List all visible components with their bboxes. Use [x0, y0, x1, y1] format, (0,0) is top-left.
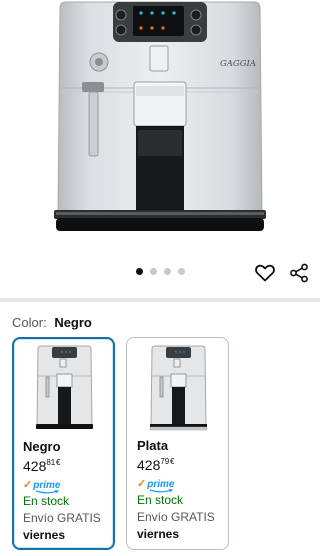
carousel-dot[interactable] [163, 268, 171, 275]
carousel-dot[interactable] [177, 268, 185, 275]
color-label: Color: [12, 315, 47, 330]
color-option-price: 42879 € [137, 457, 174, 473]
color-option-image [149, 345, 208, 431]
color-option-image [36, 345, 93, 429]
stock-status: En stock [23, 494, 70, 508]
color-option-name: Plata [137, 438, 169, 453]
stock-status: En stock [137, 493, 184, 507]
delivery-day: viernes [23, 528, 66, 542]
delivery-day: viernes [137, 527, 180, 541]
section-divider [0, 298, 320, 302]
share-icon [290, 263, 308, 283]
price-fraction: 79 € [160, 457, 175, 466]
wishlist-button[interactable] [252, 260, 278, 286]
shipping-info: Envío GRATIS [137, 510, 215, 524]
color-option-plata[interactable]: Plata 42879 € ✓ prime En stock Envío GRA… [126, 337, 229, 550]
prime-check-icon: ✓ [137, 478, 147, 490]
color-selected-value: Negro [54, 315, 92, 330]
carousel-dot[interactable] [149, 268, 157, 275]
price-whole: 428 [137, 457, 161, 473]
price-whole: 428 [23, 458, 47, 474]
color-option-price: 42881 € [23, 458, 60, 474]
brand-logo: GAGGIA [220, 59, 256, 69]
color-option-name: Negro [23, 439, 61, 454]
color-option-negro[interactable]: Negro 42881 € ✓ prime En stock Envío GRA… [12, 337, 115, 550]
prime-badge: ✓ prime [137, 478, 174, 493]
color-selector-heading: Color: Negro [12, 315, 92, 330]
prime-badge: ✓ prime [23, 479, 60, 494]
shipping-info: Envío GRATIS [23, 511, 101, 525]
carousel-dot[interactable] [135, 268, 143, 275]
prime-check-icon: ✓ [23, 479, 33, 491]
share-button[interactable] [286, 260, 312, 286]
product-main-image[interactable]: GAGGIA [0, 0, 320, 250]
price-fraction: 81 € [46, 458, 61, 467]
heart-icon [255, 264, 275, 282]
